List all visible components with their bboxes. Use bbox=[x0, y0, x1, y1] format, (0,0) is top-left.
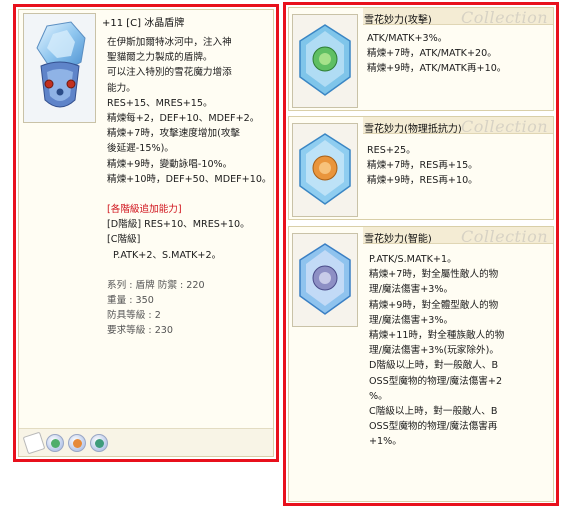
card-title: 雪花妙力(物理抵抗力) bbox=[364, 124, 462, 135]
collection-watermark: Collection bbox=[461, 8, 549, 27]
effect-line: 精煉+7時，RES再+15。 bbox=[367, 160, 478, 172]
effect-line: D階級以上時，對一般敵人、B bbox=[369, 360, 499, 372]
desc-line: 後延遲-15%)。 bbox=[107, 143, 174, 155]
effect-line: 理/魔法傷害+3%。 bbox=[369, 314, 454, 326]
grade-line: [D階級] RES+10、MRES+10。 bbox=[107, 219, 250, 231]
effect-line: 精煉+9時，對全體型敵人的物 bbox=[369, 299, 499, 311]
desc-line: 在伊斯加爾特冰河中，注入神 bbox=[107, 37, 232, 48]
effect-line: 精煉+7時，ATK/MATK+20。 bbox=[367, 48, 497, 60]
effect-line: OSS型魔物的物理/魔法傷害再 bbox=[369, 421, 498, 433]
card-tooltip-attack: Collection 雪花妙力(攻擊) ATK/MATK+3%。 精煉+7時，A… bbox=[288, 7, 554, 111]
green-snowflake-crystal-icon bbox=[299, 24, 351, 96]
effect-line: 精煉+7時，對全屬性敵人的物 bbox=[369, 269, 499, 281]
card-thumbnail bbox=[292, 14, 358, 108]
card-tooltip-intellect: Collection 雪花妙力(智能) P.ATK/S.MATK+1。 精煉+7… bbox=[288, 226, 554, 502]
card-effects: RES+25。 精煉+7時，RES再+15。 精煉+9時，RES再+10。 bbox=[367, 143, 478, 189]
effect-line: 理/魔法傷害+3%。 bbox=[369, 284, 454, 296]
desc-line: 可以注入特別的雪花魔力增添 bbox=[107, 67, 232, 79]
effect-line: C階級以上時，對一般敵人、B bbox=[369, 406, 498, 418]
desc-line: RES+15、MRES+15。 bbox=[107, 97, 213, 109]
effect-line: 精煉+9時，RES再+10。 bbox=[367, 175, 478, 187]
card-thumbnail bbox=[292, 233, 358, 327]
card-tooltip-resist: Collection 雪花妙力(物理抵抗力) RES+25。 精煉+7時，RES… bbox=[288, 116, 554, 220]
purple-snowflake-crystal-icon bbox=[299, 243, 351, 315]
effect-line: OSS型魔物的物理/魔法傷害+2 bbox=[369, 375, 503, 387]
grade-line: P.ATK+2、S.MATK+2。 bbox=[113, 249, 222, 261]
desc-line: 精煉+7時，攻擊速度增加(攻擊 bbox=[107, 128, 241, 140]
desc-line: 能力。 bbox=[107, 82, 136, 94]
card-title: 雪花妙力(智能) bbox=[364, 234, 432, 245]
effect-line: %。 bbox=[369, 390, 388, 402]
desc-line: 精煉+10時，DEF+50、MDEF+10。 bbox=[107, 173, 272, 185]
snowflake-resist-card-icon[interactable] bbox=[68, 434, 86, 452]
snowflake-attack-card-icon[interactable] bbox=[46, 434, 64, 452]
ice-crystal-shield-icon bbox=[35, 21, 86, 108]
card-title: 雪花妙力(攻擊) bbox=[364, 15, 432, 26]
effect-line: 精煉+9時，ATK/MATK再+10。 bbox=[367, 63, 507, 75]
collection-watermark: Collection bbox=[461, 117, 549, 136]
card-effects: P.ATK/S.MATK+1。 精煉+7時，對全屬性敵人的物 理/魔法傷害+3%… bbox=[369, 252, 504, 450]
item-description: 在伊斯加爾特冰河中，注入神 聖貓爾之力製成的盾牌。 可以注入特別的雪花魔力增添 … bbox=[107, 35, 272, 339]
empty-slot-icon[interactable] bbox=[22, 431, 46, 455]
stat-line: 要求等級 : 230 bbox=[107, 325, 174, 337]
card-effects: ATK/MATK+3%。 精煉+7時，ATK/MATK+20。 精煉+9時，AT… bbox=[367, 31, 506, 77]
item-tooltip-shield: +11 [C] 冰晶盾牌 在伊斯加爾特冰河中，注入神 聖貓爾之力製成的盾牌。 可… bbox=[18, 9, 274, 457]
orange-snowflake-crystal-icon bbox=[299, 133, 351, 205]
effect-line: ATK/MATK+3%。 bbox=[367, 33, 448, 44]
effect-line: 精煉+11時，對全種族敵人的物 bbox=[369, 330, 505, 342]
stat-line: 重量 : 350 bbox=[107, 295, 154, 307]
desc-line: 聖貓爾之力製成的盾牌。 bbox=[107, 52, 213, 64]
effect-line: RES+25。 bbox=[367, 145, 416, 156]
grade-bonus-header: [各階級追加能力] bbox=[107, 204, 182, 216]
card-slot-bar bbox=[19, 428, 273, 456]
item-title: +11 [C] 冰晶盾牌 bbox=[102, 18, 185, 29]
effect-line: P.ATK/S.MATK+1。 bbox=[369, 254, 457, 265]
desc-line: 精煉每+2，DEF+10、MDEF+2。 bbox=[107, 113, 260, 125]
grade-line: [C階級] bbox=[107, 234, 141, 246]
effect-line: +1%。 bbox=[369, 436, 402, 448]
collection-watermark: Collection bbox=[461, 227, 549, 246]
effect-line: 理/魔法傷害+3%(玩家除外)。 bbox=[369, 345, 499, 357]
desc-line: 精煉+9時，變動詠唱-10%。 bbox=[107, 158, 233, 170]
snowflake-intellect-card-icon[interactable] bbox=[90, 434, 108, 452]
card-thumbnail bbox=[292, 123, 358, 217]
shield-thumbnail bbox=[23, 13, 96, 123]
stat-line: 防具等級 : 2 bbox=[107, 310, 161, 322]
stat-line: 系列 : 盾牌 防禦 : 220 bbox=[107, 279, 205, 291]
